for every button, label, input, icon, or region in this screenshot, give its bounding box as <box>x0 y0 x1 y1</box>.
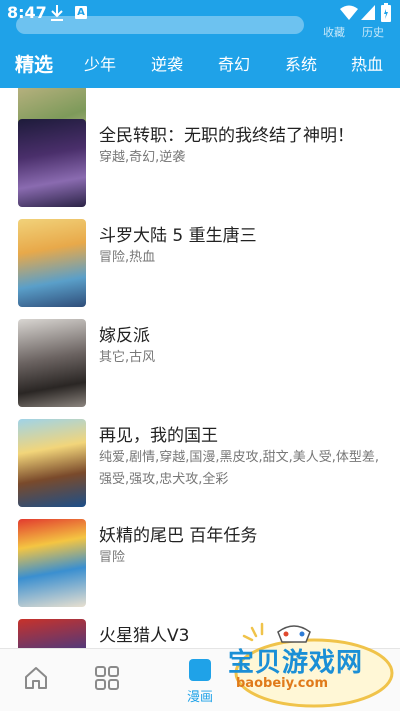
comic-tags: 其它,古风 <box>99 350 156 365</box>
nav-manga[interactable]: 漫画 <box>165 649 235 711</box>
tab-hot-blood[interactable]: 热血 <box>351 51 383 75</box>
comic-tags: 冒险,热血 <box>99 250 156 265</box>
nav-profile[interactable] <box>330 649 400 711</box>
comic-title: 再见，我的国王 <box>99 426 218 446</box>
comic-title: 妖精的尾巴 百年任务 <box>99 526 258 546</box>
comic-cover <box>18 419 86 507</box>
tab-featured[interactable]: 精选 <box>15 50 53 77</box>
comic-title: 全民转职：无职的我终结了神明！ <box>99 126 354 146</box>
history-link[interactable]: 历史 <box>362 24 384 40</box>
comic-title: 斗罗大陆 5 重生唐三 <box>99 226 257 246</box>
comic-list-item[interactable]: 再见，我的国王 纯爱,剧情,穿越,国漫,黑皮攻,甜文,美人受,体型差,强受,强攻… <box>0 415 400 515</box>
tab-youth[interactable]: 少年 <box>84 51 116 75</box>
manga-icon <box>189 659 211 681</box>
comic-cover <box>18 219 86 307</box>
comic-tags: 穿越,奇幻,逆袭 <box>99 150 186 165</box>
nav-categories[interactable] <box>71 649 141 711</box>
comic-tags: 冒险 <box>99 550 126 565</box>
tab-system[interactable]: 系统 <box>285 51 317 75</box>
tab-comeback[interactable]: 逆袭 <box>151 51 183 75</box>
comic-list-item[interactable]: 嫁反派 其它,古风 <box>0 315 400 415</box>
nav-manga-label: 漫画 <box>186 690 213 705</box>
comic-cover <box>18 319 86 407</box>
discover-icon <box>281 667 303 689</box>
person-icon <box>355 668 377 690</box>
comic-list-item[interactable]: 妖精的尾巴 百年任务 冒险 <box>0 515 400 615</box>
signal-icon <box>361 5 375 20</box>
battery-icon <box>381 3 391 22</box>
nav-home[interactable] <box>0 649 70 711</box>
bottom-nav: 漫画 <box>0 648 400 711</box>
comic-list: 全民转职：无职的我终结了神明！ 穿越,奇幻,逆袭 斗罗大陆 5 重生唐三 冒险,… <box>0 88 400 648</box>
wifi-icon <box>340 5 358 20</box>
grid-icon <box>95 666 119 690</box>
nav-discover[interactable] <box>256 649 326 711</box>
comic-cover <box>18 619 86 648</box>
comic-title: 嫁反派 <box>99 326 150 346</box>
home-icon <box>25 667 47 689</box>
comic-list-item[interactable]: 斗罗大陆 5 重生唐三 冒险,热血 <box>0 215 400 315</box>
comic-list-item[interactable]: 全民转职：无职的我终结了神明！ 穿越,奇幻,逆袭 <box>0 115 400 215</box>
category-tabs: 精选 少年 逆袭 奇幻 系统 热血 <box>0 42 400 84</box>
search-bar[interactable] <box>16 16 304 34</box>
comic-cover <box>18 519 86 607</box>
comic-cover <box>18 119 86 207</box>
tab-fantasy[interactable]: 奇幻 <box>218 51 250 75</box>
comic-title: 火星猎人V3 <box>99 626 190 646</box>
comic-tags: 纯爱,剧情,穿越,国漫,黑皮攻,甜文,美人受,体型差,强受,强攻,忠犬攻,全彩 <box>99 450 380 487</box>
favorites-link[interactable]: 收藏 <box>323 24 345 40</box>
comic-list-item[interactable]: 火星猎人V3 <box>0 615 400 648</box>
top-header: 8:47 A 收藏 历史 精选 少年 逆袭 奇幻 系统 热血 <box>0 0 400 88</box>
